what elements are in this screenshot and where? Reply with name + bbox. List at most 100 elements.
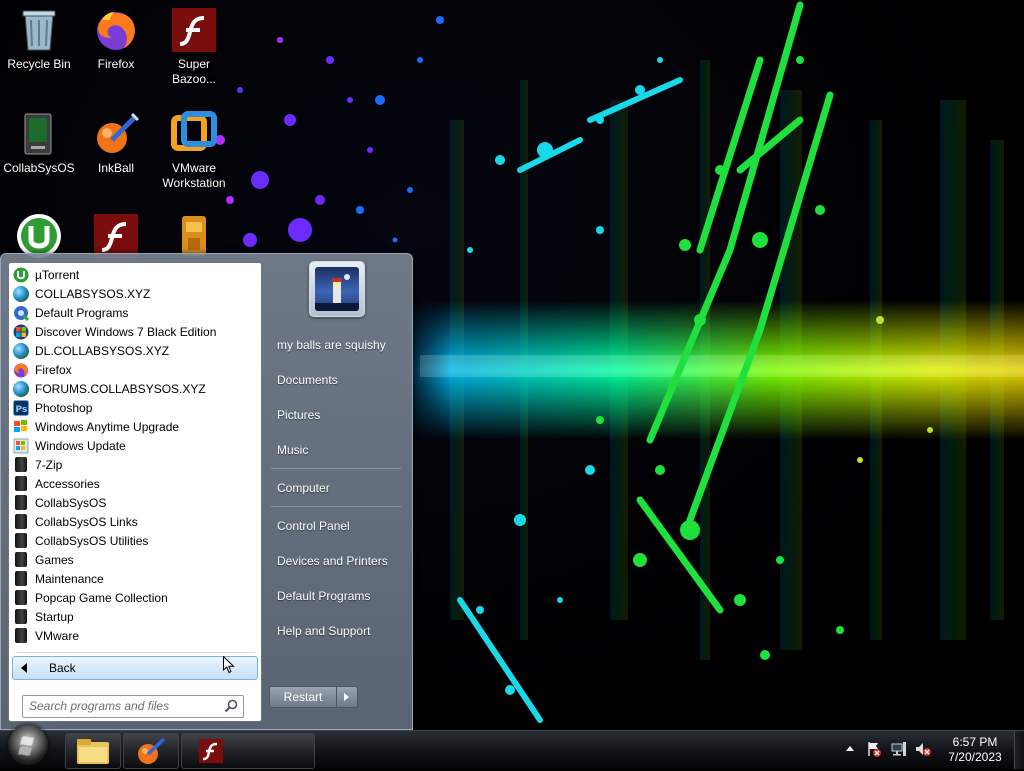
program-label: Popcap Game Collection: [35, 590, 168, 605]
program-label: µTorrent: [35, 267, 80, 282]
desktop-icon-vmware[interactable]: VMware Workstation: [156, 110, 232, 191]
programs-panel: µTorrent COLLABSYSOS.XYZ Default Program…: [8, 262, 262, 722]
program-item-windows-anytime-upgrade[interactable]: Windows Anytime Upgrade: [11, 417, 257, 436]
back-arrow-icon: [21, 663, 27, 673]
folder-icon: [15, 628, 27, 643]
program-item-dl-collabsysos[interactable]: DL.COLLABSYSOS.XYZ: [11, 341, 257, 360]
firefox-icon: [92, 6, 140, 54]
divider: [271, 468, 401, 469]
back-button[interactable]: Back: [12, 656, 258, 680]
program-label: Firefox: [35, 362, 72, 377]
default-programs-icon: [13, 305, 30, 321]
program-label: CollabSysOS: [35, 495, 107, 510]
desktop-icon-collabsysos[interactable]: CollabSysOS: [1, 110, 77, 176]
program-folder-collabsysos[interactable]: CollabSysOS: [11, 493, 257, 512]
start-orb-icon: [18, 736, 34, 756]
folder-icon: [15, 571, 27, 586]
program-label: Default Programs: [35, 305, 129, 320]
program-item-default-programs[interactable]: Default Programs: [11, 303, 257, 322]
desktop-icon-firefox[interactable]: Firefox: [78, 6, 154, 72]
right-item-documents[interactable]: Documents: [277, 373, 407, 387]
program-label: CollabSysOS Utilities: [35, 533, 149, 548]
right-item-pictures[interactable]: Pictures: [277, 408, 407, 422]
right-item-devices-printers[interactable]: Devices and Printers: [277, 554, 407, 568]
program-item-discover-windows[interactable]: Discover Windows 7 Black Edition: [11, 322, 257, 341]
program-folder-accessories[interactable]: Accessories: [11, 474, 257, 493]
svg-text:Ps: Ps: [16, 405, 28, 415]
globe-icon: [13, 342, 29, 359]
start-menu: µTorrent COLLABSYSOS.XYZ Default Program…: [0, 253, 413, 730]
windows-logo-icon: [13, 419, 29, 435]
right-item-music[interactable]: Music: [277, 443, 407, 457]
folder-icon: [15, 495, 27, 510]
folder-icon: [15, 457, 27, 472]
program-folder-7zip[interactable]: 7-Zip: [11, 455, 257, 474]
program-label: Windows Update: [35, 438, 126, 453]
show-desktop-button[interactable]: [1014, 731, 1024, 769]
program-label: 7-Zip: [35, 457, 63, 472]
program-label: Photoshop: [35, 400, 93, 415]
desktop-icon-super-bazooka[interactable]: Super Bazoo...: [156, 6, 232, 87]
right-item-help-support[interactable]: Help and Support: [277, 624, 407, 638]
clock[interactable]: 6:57 PM 7/20/2023: [940, 735, 1010, 765]
program-item-forums-collabsysos[interactable]: FORUMS.COLLABSYSOS.XYZ: [11, 379, 257, 398]
recycle-bin-icon: [15, 6, 63, 54]
program-item-windows-update[interactable]: Windows Update: [11, 436, 257, 455]
folder-icon: [15, 476, 27, 491]
clock-time: 6:57 PM: [952, 735, 998, 749]
collabsysos-icon: [15, 110, 63, 158]
search-icon[interactable]: [224, 699, 238, 713]
folder-icon: [15, 533, 27, 548]
search-box: [22, 695, 244, 718]
program-folder-collabsysos-links[interactable]: CollabSysOS Links: [11, 512, 257, 531]
program-item-photoshop[interactable]: Ps Photoshop: [11, 398, 257, 417]
divider: [271, 506, 401, 507]
program-label: Windows Anytime Upgrade: [35, 419, 180, 434]
program-item-firefox[interactable]: Firefox: [11, 360, 257, 379]
program-item-utorrent[interactable]: µTorrent: [11, 265, 257, 284]
flash-icon: [199, 739, 223, 763]
program-folder-collabsysos-utilities[interactable]: CollabSysOS Utilities: [11, 531, 257, 550]
action-center-icon[interactable]: [866, 741, 882, 757]
start-button[interactable]: [8, 725, 48, 765]
desktop-icon-inkball[interactable]: InkBall: [78, 110, 154, 176]
network-icon[interactable]: [891, 741, 907, 757]
program-label: CollabSysOS Links: [35, 514, 138, 529]
folder-icon: [15, 552, 27, 567]
desktop-icon-label: InkBall: [97, 161, 135, 175]
restart-button[interactable]: Restart: [269, 686, 337, 708]
volume-muted-icon[interactable]: [915, 741, 931, 757]
globe-icon: [13, 380, 29, 397]
program-label: Maintenance: [35, 571, 104, 586]
shutdown-options-button[interactable]: [336, 686, 358, 708]
vmware-icon: [170, 110, 218, 158]
program-list: µTorrent COLLABSYSOS.XYZ Default Program…: [11, 265, 257, 645]
desktop-icon-label: CollabSysOS: [3, 161, 75, 175]
right-item-control-panel[interactable]: Control Panel: [277, 519, 407, 533]
utorrent-icon: [13, 267, 29, 283]
search-input[interactable]: [23, 696, 219, 715]
right-item-user[interactable]: my balls are squishy: [277, 338, 407, 352]
right-item-default-programs[interactable]: Default Programs: [277, 589, 407, 603]
user-picture[interactable]: [309, 261, 365, 317]
program-label: Games: [35, 552, 74, 567]
inkball-icon: [138, 737, 166, 764]
program-folder-games[interactable]: Games: [11, 550, 257, 569]
taskbar-inkball[interactable]: [123, 733, 179, 769]
program-folder-popcap[interactable]: Popcap Game Collection: [11, 588, 257, 607]
desktop-icon-label: Recycle Bin: [7, 57, 71, 71]
program-item-collabsysos-xyz[interactable]: COLLABSYSOS.XYZ: [11, 284, 257, 303]
program-label: VMware: [35, 628, 80, 643]
show-hidden-icons-button[interactable]: [846, 746, 854, 751]
right-item-computer[interactable]: Computer: [277, 481, 407, 495]
taskbar-file-explorer[interactable]: [65, 733, 121, 769]
program-folder-startup[interactable]: Startup: [11, 607, 257, 626]
program-folder-maintenance[interactable]: Maintenance: [11, 569, 257, 588]
program-folder-vmware[interactable]: VMware: [11, 626, 257, 645]
program-label: Discover Windows 7 Black Edition: [35, 324, 217, 339]
desktop-icon-recycle-bin[interactable]: Recycle Bin: [1, 6, 77, 72]
desktop-icon-label: Firefox: [97, 57, 135, 71]
flash-icon: [170, 6, 218, 54]
folder-icon: [15, 590, 27, 605]
taskbar-flash[interactable]: [181, 733, 315, 769]
